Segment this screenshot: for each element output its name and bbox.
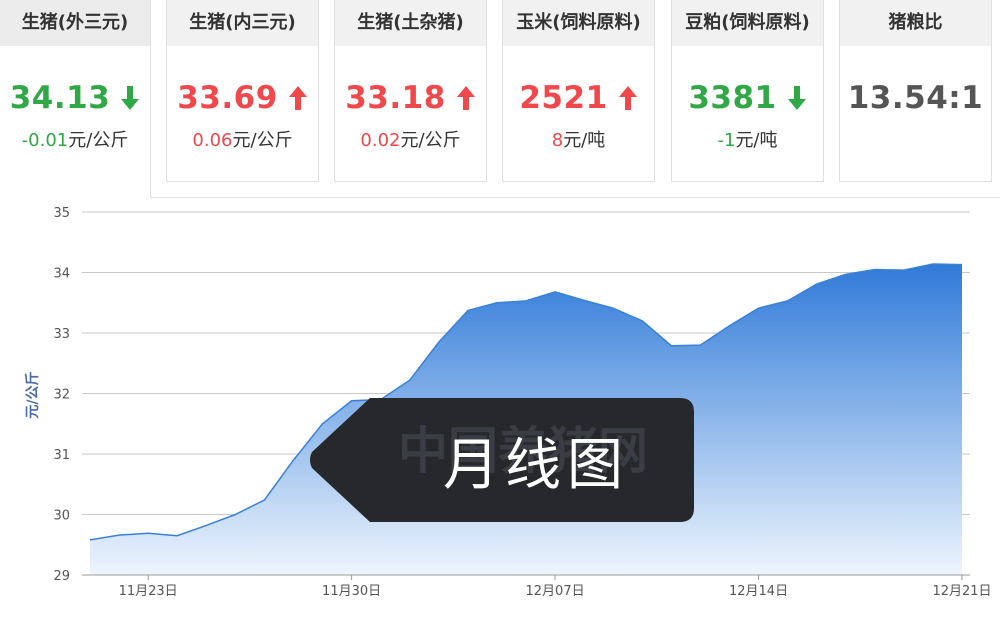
data-point[interactable] bbox=[145, 530, 151, 536]
x-tick-label: 12月21日 bbox=[932, 584, 991, 599]
data-point[interactable] bbox=[959, 262, 965, 268]
data-point[interactable] bbox=[523, 298, 529, 304]
data-point[interactable] bbox=[785, 298, 791, 304]
data-point[interactable] bbox=[814, 281, 820, 287]
data-point[interactable] bbox=[639, 318, 645, 324]
y-tick-label: 34 bbox=[53, 267, 70, 282]
data-point[interactable] bbox=[727, 323, 733, 329]
y-tick-label: 35 bbox=[53, 206, 70, 221]
data-point[interactable] bbox=[930, 261, 936, 267]
x-tick-label: 12月07日 bbox=[526, 584, 585, 599]
data-point[interactable] bbox=[465, 308, 471, 314]
y-axis-label: 元/公斤 bbox=[24, 371, 41, 418]
data-point[interactable] bbox=[436, 339, 442, 345]
y-tick-label: 31 bbox=[53, 448, 70, 463]
data-point[interactable] bbox=[697, 342, 703, 348]
y-tick-label: 33 bbox=[53, 327, 70, 342]
data-point[interactable] bbox=[174, 533, 180, 539]
data-point[interactable] bbox=[203, 522, 209, 528]
y-axis-ticks: 29 30 31 32 33 34 35 bbox=[53, 206, 70, 584]
data-point[interactable] bbox=[610, 305, 616, 311]
data-point[interactable] bbox=[116, 532, 122, 538]
data-point[interactable] bbox=[87, 537, 93, 543]
y-tick-label: 32 bbox=[53, 388, 70, 403]
badge-label: 月线图 bbox=[443, 432, 629, 498]
x-axis: 11月23日 11月30日 12月07日 12月14日 12月21日 bbox=[82, 574, 992, 599]
data-point[interactable] bbox=[581, 297, 587, 303]
data-point[interactable] bbox=[407, 377, 413, 383]
price-area-chart: 29303132333435 11月23日 11月30日 12月07日 12月14日 1… bbox=[24, 206, 992, 599]
y-tick-label: 30 bbox=[53, 509, 70, 524]
data-point[interactable] bbox=[901, 267, 907, 273]
data-point[interactable] bbox=[756, 305, 762, 311]
data-point[interactable] bbox=[552, 289, 558, 295]
y-tick-label: 29 bbox=[53, 569, 70, 584]
data-point[interactable] bbox=[494, 300, 500, 306]
x-tick-label: 12月14日 bbox=[729, 584, 788, 599]
data-point[interactable] bbox=[232, 512, 238, 518]
data-point[interactable] bbox=[261, 497, 267, 503]
monthly-chart-badge: 中国养猪网 月线图 bbox=[308, 398, 694, 522]
data-point[interactable] bbox=[872, 267, 878, 273]
data-point[interactable] bbox=[668, 343, 674, 349]
x-tick-label: 11月30日 bbox=[322, 584, 381, 599]
x-tick-label: 11月23日 bbox=[119, 584, 178, 599]
data-point[interactable] bbox=[843, 271, 849, 277]
data-point[interactable] bbox=[291, 457, 297, 463]
